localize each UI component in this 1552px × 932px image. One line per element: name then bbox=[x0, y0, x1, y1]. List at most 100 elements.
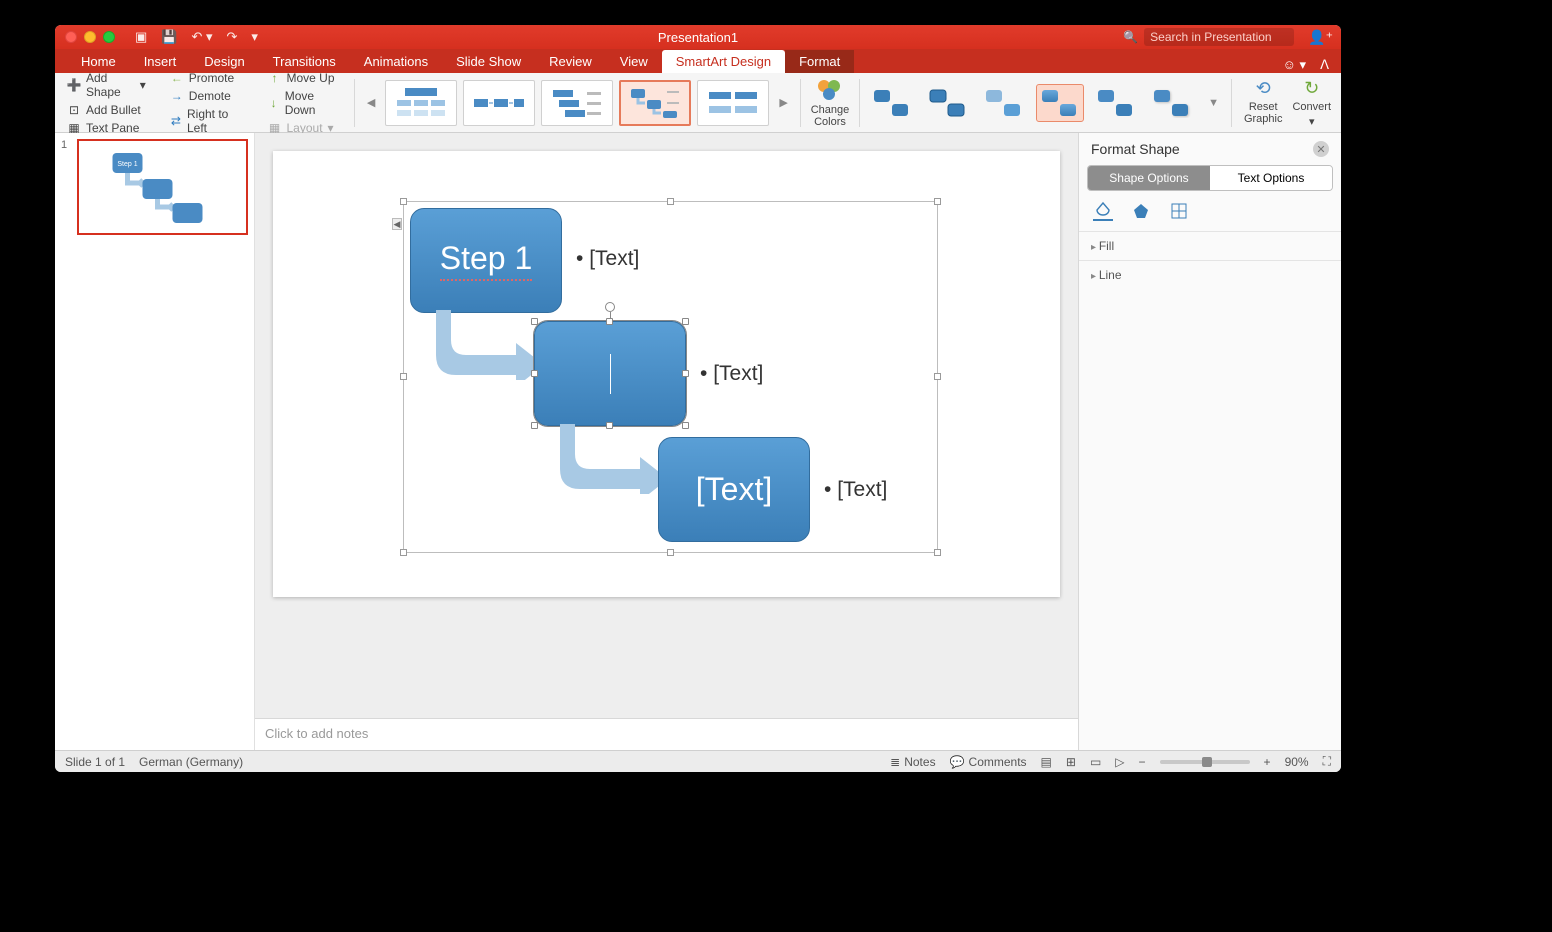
app-window: ▣ 💾 ↶ ▾ ↷ ▾ Presentation1 🔍 👤⁺ Home Inse… bbox=[55, 25, 1341, 772]
comments-toggle[interactable]: 💬 Comments bbox=[950, 755, 1027, 769]
move-down-button[interactable]: ↓Move Down bbox=[266, 88, 343, 118]
shape-handle[interactable] bbox=[606, 318, 613, 325]
rotate-handle[interactable] bbox=[605, 302, 615, 312]
undo-icon[interactable]: ↶ ▾ bbox=[191, 29, 212, 45]
notes-pane[interactable]: Click to add notes bbox=[255, 718, 1078, 750]
notes-toggle[interactable]: ≣ Notes bbox=[890, 755, 935, 769]
titlebar: ▣ 💾 ↶ ▾ ↷ ▾ Presentation1 🔍 👤⁺ bbox=[55, 25, 1341, 49]
resize-handle[interactable] bbox=[667, 198, 674, 205]
redo-icon[interactable]: ↷ bbox=[227, 29, 238, 45]
collapse-ribbon-icon[interactable]: ᐱ bbox=[1320, 57, 1329, 73]
bullet-text-3[interactable]: • [Text] bbox=[824, 478, 887, 502]
shape-handle[interactable] bbox=[682, 422, 689, 429]
zoom-out-icon[interactable]: − bbox=[1139, 755, 1146, 769]
style-option-3[interactable] bbox=[980, 84, 1028, 122]
status-bar: Slide 1 of 1 German (Germany) ≣ Notes 💬 … bbox=[55, 750, 1341, 772]
shape-handle[interactable] bbox=[531, 370, 538, 377]
demote-button[interactable]: →Demote bbox=[168, 88, 246, 104]
tab-transitions[interactable]: Transitions bbox=[259, 50, 350, 73]
bullet-text-2[interactable]: • [Text] bbox=[700, 362, 763, 386]
effects-icon[interactable] bbox=[1131, 201, 1151, 221]
text-cursor bbox=[610, 354, 611, 394]
slide-thumbnail-1[interactable]: Step 1 bbox=[77, 139, 248, 235]
status-language[interactable]: German (Germany) bbox=[139, 755, 243, 769]
smartart-styles-gallery: ▼ bbox=[862, 84, 1229, 122]
zoom-window-button[interactable] bbox=[103, 31, 115, 43]
close-window-button[interactable] bbox=[65, 31, 77, 43]
layout-option-1[interactable] bbox=[385, 80, 457, 126]
smartart-node-1[interactable]: Step 1 bbox=[410, 208, 562, 313]
minimize-window-button[interactable] bbox=[84, 31, 96, 43]
tab-home[interactable]: Home bbox=[67, 50, 130, 73]
shape-handle[interactable] bbox=[682, 318, 689, 325]
layout-option-3[interactable] bbox=[541, 80, 613, 126]
smartart-node-2-selected[interactable] bbox=[534, 321, 686, 426]
right-to-left-button[interactable]: ⇄Right to Left bbox=[168, 106, 246, 136]
style-option-5[interactable] bbox=[1092, 84, 1140, 122]
reset-graphic-button[interactable]: ⟲Reset Graphic bbox=[1244, 78, 1283, 128]
save-icon[interactable]: 💾 bbox=[161, 29, 177, 45]
shape-handle[interactable] bbox=[682, 370, 689, 377]
size-properties-icon[interactable] bbox=[1169, 201, 1189, 221]
style-option-6[interactable] bbox=[1148, 84, 1196, 122]
shape-handle[interactable] bbox=[531, 422, 538, 429]
zoom-slider[interactable] bbox=[1160, 760, 1250, 764]
layout-option-4-selected[interactable] bbox=[619, 80, 691, 126]
slideshow-view-icon[interactable]: ▷ bbox=[1115, 755, 1124, 769]
text-options-tab[interactable]: Text Options bbox=[1210, 166, 1332, 190]
fill-section[interactable]: Fill bbox=[1079, 231, 1341, 260]
resize-handle[interactable] bbox=[934, 549, 941, 556]
feedback-icon[interactable]: ☺ ▾ bbox=[1283, 57, 1306, 73]
ribbon: ➕Add Shape ▾ ⊡Add Bullet ▦Text Pane ←Pro… bbox=[55, 73, 1341, 133]
layout-option-2[interactable] bbox=[463, 80, 535, 126]
style-option-4-selected[interactable] bbox=[1036, 84, 1084, 122]
add-bullet-button[interactable]: ⊡Add Bullet bbox=[65, 102, 148, 118]
close-pane-icon[interactable]: ✕ bbox=[1313, 141, 1329, 157]
layouts-prev-icon[interactable]: ◀ bbox=[363, 96, 379, 109]
search-input[interactable] bbox=[1144, 28, 1294, 46]
style-option-1[interactable] bbox=[868, 84, 916, 122]
tab-insert[interactable]: Insert bbox=[130, 50, 191, 73]
resize-handle[interactable] bbox=[934, 198, 941, 205]
resize-handle[interactable] bbox=[934, 373, 941, 380]
tab-design[interactable]: Design bbox=[190, 50, 258, 73]
share-icon[interactable]: 👤⁺ bbox=[1308, 29, 1333, 46]
tab-animations[interactable]: Animations bbox=[350, 50, 442, 73]
connector-arrow-1 bbox=[436, 310, 546, 380]
convert-button[interactable]: ↻Convert ▾ bbox=[1292, 78, 1331, 128]
text-pane-toggle-icon[interactable]: ◀ bbox=[392, 218, 402, 230]
shape-handle[interactable] bbox=[531, 318, 538, 325]
reading-view-icon[interactable]: ▭ bbox=[1090, 755, 1101, 769]
zoom-level[interactable]: 90% bbox=[1285, 755, 1309, 769]
layouts-next-icon[interactable]: ▶ bbox=[775, 96, 791, 109]
tab-slideshow[interactable]: Slide Show bbox=[442, 50, 535, 73]
tab-smartart-design[interactable]: SmartArt Design bbox=[662, 50, 785, 73]
layout-option-5[interactable] bbox=[697, 80, 769, 126]
shape-options-tab[interactable]: Shape Options bbox=[1088, 166, 1210, 190]
tab-format[interactable]: Format bbox=[785, 50, 854, 73]
slide[interactable]: ◀ Step 1 • [Text] bbox=[273, 151, 1060, 597]
add-shape-button[interactable]: ➕Add Shape ▾ bbox=[65, 70, 148, 100]
thumbnail-number: 1 bbox=[61, 139, 71, 235]
fill-line-icon[interactable] bbox=[1093, 201, 1113, 221]
smartart-frame[interactable]: ◀ Step 1 • [Text] bbox=[403, 201, 938, 553]
line-section[interactable]: Line bbox=[1079, 260, 1341, 289]
tab-view[interactable]: View bbox=[606, 50, 662, 73]
tab-review[interactable]: Review bbox=[535, 50, 606, 73]
styles-more-icon[interactable]: ▼ bbox=[1204, 97, 1223, 109]
qat-slide-icon[interactable]: ▣ bbox=[135, 29, 147, 45]
resize-handle[interactable] bbox=[667, 549, 674, 556]
normal-view-icon[interactable]: ▤ bbox=[1041, 755, 1052, 769]
resize-handle[interactable] bbox=[400, 198, 407, 205]
change-colors-button[interactable]: Change Colors bbox=[803, 78, 858, 128]
style-option-2[interactable] bbox=[924, 84, 972, 122]
fit-to-window-icon[interactable]: ⛶ bbox=[1323, 754, 1331, 769]
ribbon-tabs: Home Insert Design Transitions Animation… bbox=[55, 49, 1341, 73]
sorter-view-icon[interactable]: ⊞ bbox=[1066, 755, 1076, 769]
resize-handle[interactable] bbox=[400, 373, 407, 380]
smartart-node-3[interactable]: [Text] bbox=[658, 437, 810, 542]
qat-more-icon[interactable]: ▾ bbox=[251, 29, 258, 45]
resize-handle[interactable] bbox=[400, 549, 407, 556]
bullet-text-1[interactable]: • [Text] bbox=[576, 247, 639, 271]
zoom-in-icon[interactable]: + bbox=[1264, 755, 1271, 769]
